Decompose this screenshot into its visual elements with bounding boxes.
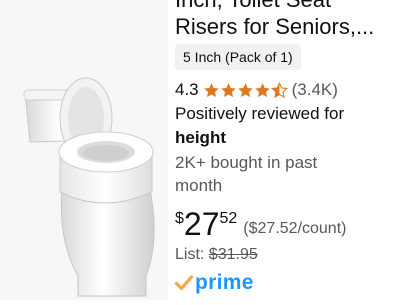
bought-count-line-1: 2K+ bought in past — [175, 153, 318, 172]
product-title-line-1[interactable]: Inch, Toilet Seat — [175, 0, 331, 13]
product-title-line-2[interactable]: Risers for Seniors,... — [175, 13, 374, 40]
reviewed-feature: height — [175, 128, 226, 147]
prime-check-icon — [175, 275, 193, 291]
reviewed-for-label: Positively reviewed for — [175, 104, 345, 123]
list-price-label: List: — [175, 246, 205, 263]
rating-row[interactable]: 4.3 (3.4K) — [175, 79, 338, 101]
star-icon — [254, 82, 270, 97]
price-currency: $ — [175, 210, 184, 227]
star-rating — [203, 81, 288, 99]
prime-label: prime — [195, 271, 254, 294]
list-price-value: $31.95 — [208, 246, 258, 263]
price-whole: 27 — [183, 206, 220, 242]
variant-chip[interactable]: 5 Inch (Pack of 1) — [175, 44, 301, 70]
prime-badge: prime — [175, 272, 254, 294]
rating-value: 4.3 — [175, 80, 199, 99]
review-count[interactable]: (3.4K) — [292, 80, 338, 100]
bought-count-line-2: month — [175, 176, 223, 195]
product-image[interactable] — [0, 0, 168, 300]
price-fraction: 52 — [219, 210, 238, 227]
price: $ 27 52 ($27.52/count) — [175, 206, 346, 246]
star-icon — [237, 82, 253, 97]
list-price-row: List: $31.95 — [175, 246, 258, 264]
star-icon — [220, 82, 236, 97]
star-half-icon — [270, 81, 288, 98]
unit-price: ($27.52/count) — [243, 220, 347, 237]
star-icon — [203, 82, 219, 97]
